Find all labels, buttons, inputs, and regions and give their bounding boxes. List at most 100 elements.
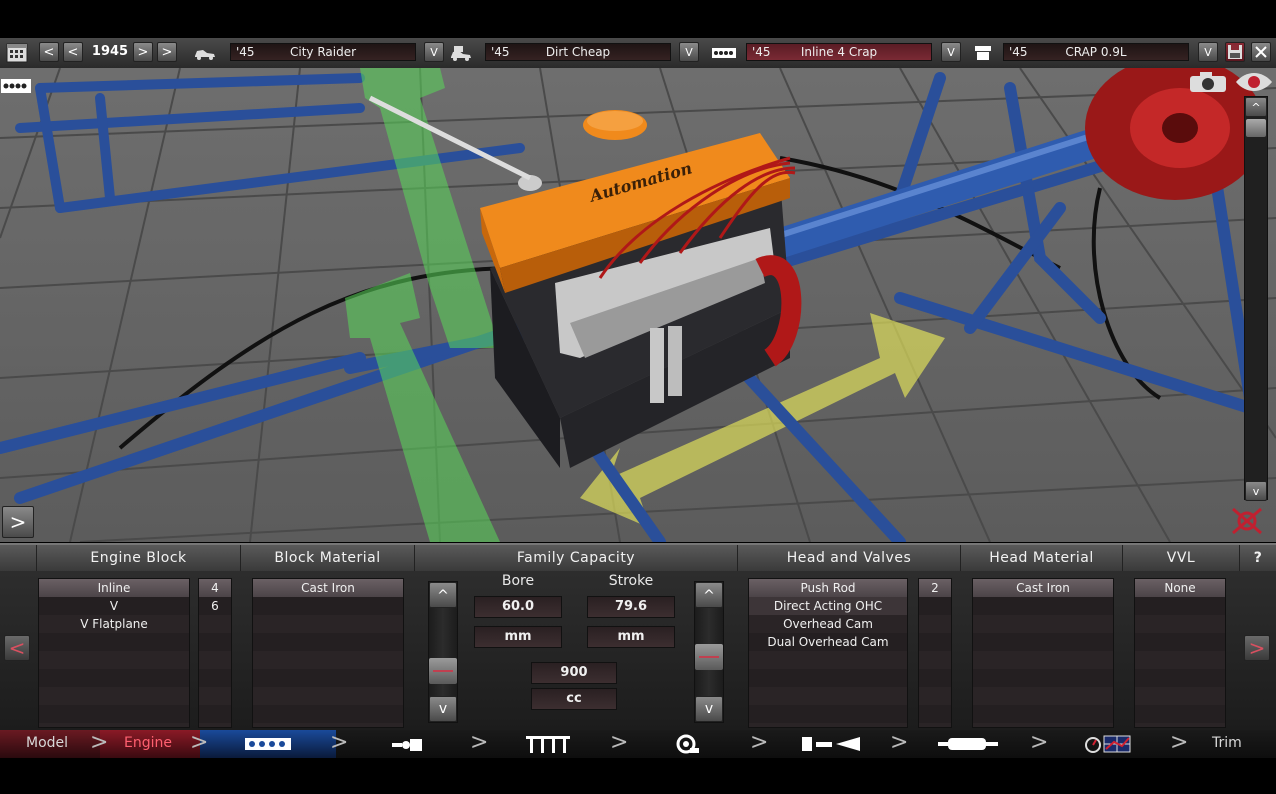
bore-slider-thumb[interactable] bbox=[429, 658, 457, 684]
engine-family-name: Inline 4 Crap bbox=[800, 45, 878, 59]
nav-chevron-icon: > bbox=[1170, 730, 1189, 755]
list-item[interactable]: Dual Overhead Cam bbox=[749, 633, 907, 651]
engine-scene-illustration: Automation bbox=[0, 68, 1276, 542]
nav-exhaust-icon[interactable] bbox=[938, 736, 998, 752]
displacement-unit: cc bbox=[531, 688, 617, 710]
trim-car-icon bbox=[450, 45, 472, 61]
nav-chevron-icon: > bbox=[90, 730, 109, 755]
nav-chevron-icon: > bbox=[190, 730, 209, 755]
nav-fuel-icon[interactable] bbox=[800, 735, 862, 753]
list-item[interactable]: 4 bbox=[199, 579, 231, 597]
nav-chevron-icon: > bbox=[890, 730, 909, 755]
hide-arrows-icon[interactable] bbox=[1230, 506, 1264, 536]
engine-layout-list[interactable]: Inline V V Flatplane bbox=[38, 578, 190, 728]
bore-down-button[interactable]: v bbox=[429, 696, 457, 722]
calendar-icon[interactable] bbox=[6, 42, 28, 63]
nav-model-tab[interactable]: Model bbox=[26, 730, 68, 758]
nav-bottom-end-icon[interactable] bbox=[244, 736, 292, 752]
save-icon[interactable] bbox=[1225, 42, 1245, 62]
list-item[interactable]: Inline bbox=[39, 579, 189, 597]
zoom-down-button[interactable]: v bbox=[1245, 481, 1267, 501]
engine-variant-field[interactable]: '45 CRAP 0.9L bbox=[1003, 43, 1189, 61]
nav-chevron-icon: > bbox=[750, 730, 769, 755]
close-icon[interactable] bbox=[1251, 42, 1271, 62]
block-material-header: Block Material bbox=[241, 545, 415, 571]
car-icon bbox=[194, 45, 216, 61]
engine-variant-dropdown[interactable]: V bbox=[1198, 42, 1218, 62]
nav-head-icon[interactable] bbox=[392, 737, 424, 751]
block-material-list[interactable]: Cast Iron bbox=[252, 578, 404, 728]
stroke-label: Stroke bbox=[608, 573, 654, 589]
stroke-up-button[interactable]: ^ bbox=[695, 582, 723, 608]
list-item[interactable]: None bbox=[1135, 579, 1225, 597]
panel-prev-button[interactable]: < bbox=[4, 635, 30, 661]
engine-variant-name: CRAP 0.9L bbox=[1065, 45, 1127, 59]
camera-icon[interactable] bbox=[1188, 70, 1228, 94]
engine-settings-panel: Engine Block Block Material Family Capac… bbox=[0, 543, 1276, 732]
list-item[interactable]: Push Rod bbox=[749, 579, 907, 597]
stroke-slider-thumb[interactable] bbox=[695, 644, 723, 670]
nav-dyno-icon[interactable] bbox=[1084, 734, 1132, 754]
bore-unit: mm bbox=[474, 626, 562, 648]
head-and-valves-header: Head and Valves bbox=[738, 545, 961, 571]
list-item[interactable]: 6 bbox=[199, 597, 231, 615]
engine-view-icon[interactable] bbox=[0, 76, 32, 96]
panel-next-button[interactable]: > bbox=[1244, 635, 1270, 661]
nav-engine-tab[interactable]: Engine bbox=[124, 730, 172, 758]
valves-per-cylinder-list[interactable]: 2 bbox=[918, 578, 952, 728]
trim-dropdown[interactable]: V bbox=[679, 42, 699, 62]
list-item[interactable]: 2 bbox=[919, 579, 951, 597]
panel-header-spacer bbox=[0, 545, 37, 571]
designer-nav-bar: Model > Engine > > > > > > > > Trim bbox=[0, 730, 1276, 758]
engine-block-header: Engine Block bbox=[37, 545, 241, 571]
displacement-value: 900 bbox=[531, 662, 617, 684]
nav-chevron-icon: > bbox=[1030, 730, 1049, 755]
nav-turbo-icon[interactable] bbox=[674, 734, 700, 754]
year-display: 1945 bbox=[91, 44, 129, 59]
cylinder-count-list[interactable]: 4 6 bbox=[198, 578, 232, 728]
vvl-header: VVL bbox=[1123, 545, 1240, 571]
head-material-list[interactable]: Cast Iron bbox=[972, 578, 1114, 728]
bore-slider[interactable]: ^ v bbox=[428, 581, 458, 723]
list-item[interactable]: Direct Acting OHC bbox=[749, 597, 907, 615]
list-item[interactable]: Overhead Cam bbox=[749, 615, 907, 633]
year-forward-far-button[interactable]: > bbox=[157, 42, 177, 62]
stroke-slider[interactable]: ^ v bbox=[694, 581, 724, 723]
year-back-button[interactable]: < bbox=[63, 42, 83, 62]
car-model-dropdown[interactable]: V bbox=[424, 42, 444, 62]
help-button[interactable]: ? bbox=[1240, 545, 1276, 571]
list-item[interactable]: V Flatplane bbox=[39, 615, 189, 633]
trim-field[interactable]: '45 Dirt Cheap bbox=[485, 43, 671, 61]
bore-value[interactable]: 60.0 bbox=[474, 596, 562, 618]
year-back-far-button[interactable]: < bbox=[39, 42, 59, 62]
family-capacity-header: Family Capacity bbox=[415, 545, 738, 571]
engine-block-icon bbox=[711, 45, 737, 61]
stroke-unit: mm bbox=[587, 626, 675, 648]
car-model-field[interactable]: '45 City Raider bbox=[230, 43, 416, 61]
engine-family-dropdown[interactable]: V bbox=[941, 42, 961, 62]
stroke-value[interactable]: 79.6 bbox=[587, 596, 675, 618]
list-item[interactable]: V bbox=[39, 597, 189, 615]
nav-chevron-icon: > bbox=[610, 730, 629, 755]
car-model-name: City Raider bbox=[289, 45, 357, 59]
vvl-list[interactable]: None bbox=[1134, 578, 1226, 728]
nav-trim-tab[interactable]: Trim bbox=[1212, 730, 1242, 758]
trim-name: Dirt Cheap bbox=[545, 45, 611, 59]
nav-chevron-icon: > bbox=[330, 730, 349, 755]
top-toolbar: < < 1945 > > '45 City Raider V '45 Dirt … bbox=[0, 38, 1276, 69]
engine-family-field[interactable]: '45 Inline 4 Crap bbox=[746, 43, 932, 61]
stroke-down-button[interactable]: v bbox=[695, 696, 723, 722]
list-item[interactable]: Cast Iron bbox=[973, 579, 1113, 597]
bore-up-button[interactable]: ^ bbox=[429, 582, 457, 608]
zoom-scroll-thumb[interactable] bbox=[1246, 119, 1266, 137]
nav-valvetrain-icon[interactable] bbox=[526, 734, 570, 754]
zoom-up-button[interactable]: ^ bbox=[1245, 97, 1267, 117]
expand-side-panel-button[interactable]: > bbox=[2, 506, 34, 538]
visibility-eye-icon[interactable] bbox=[1234, 70, 1274, 94]
head-type-list[interactable]: Push Rod Direct Acting OHC Overhead Cam … bbox=[748, 578, 908, 728]
zoom-scrollbar[interactable]: ^ v bbox=[1244, 96, 1268, 501]
year-forward-button[interactable]: > bbox=[133, 42, 153, 62]
engine-3d-viewport[interactable]: Automation ^ v > bbox=[0, 68, 1276, 542]
list-item[interactable]: Cast Iron bbox=[253, 579, 403, 597]
engine-variant-icon bbox=[972, 45, 994, 61]
